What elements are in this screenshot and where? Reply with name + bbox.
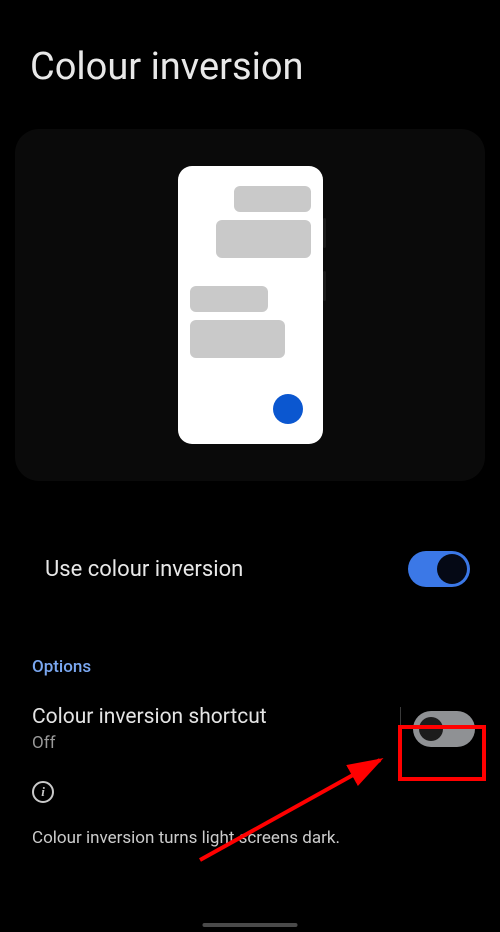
use-colour-inversion-row[interactable]: Use colour inversion xyxy=(0,501,500,597)
preview-illustration xyxy=(15,129,485,481)
use-colour-inversion-toggle[interactable] xyxy=(408,551,470,587)
options-header: Options xyxy=(0,597,500,685)
info-icon: i xyxy=(32,781,54,803)
home-indicator xyxy=(203,923,298,927)
page-title: Colour inversion xyxy=(0,0,500,109)
phone-volume-button xyxy=(323,271,326,301)
divider xyxy=(400,707,401,751)
fab-icon xyxy=(273,394,303,424)
chat-bubble xyxy=(234,186,311,212)
use-colour-inversion-label: Use colour inversion xyxy=(45,557,243,582)
chat-bubble xyxy=(190,286,268,312)
colour-inversion-shortcut-row[interactable]: Colour inversion shortcut Off xyxy=(0,685,500,753)
chat-bubble xyxy=(216,220,311,258)
phone-mockup xyxy=(178,166,323,444)
shortcut-title: Colour inversion shortcut xyxy=(32,705,267,729)
chat-bubble xyxy=(190,320,285,358)
description-text: Colour inversion turns light screens dar… xyxy=(0,803,500,848)
shortcut-toggle[interactable] xyxy=(413,711,475,747)
shortcut-status: Off xyxy=(32,733,267,753)
phone-power-button xyxy=(323,218,326,248)
